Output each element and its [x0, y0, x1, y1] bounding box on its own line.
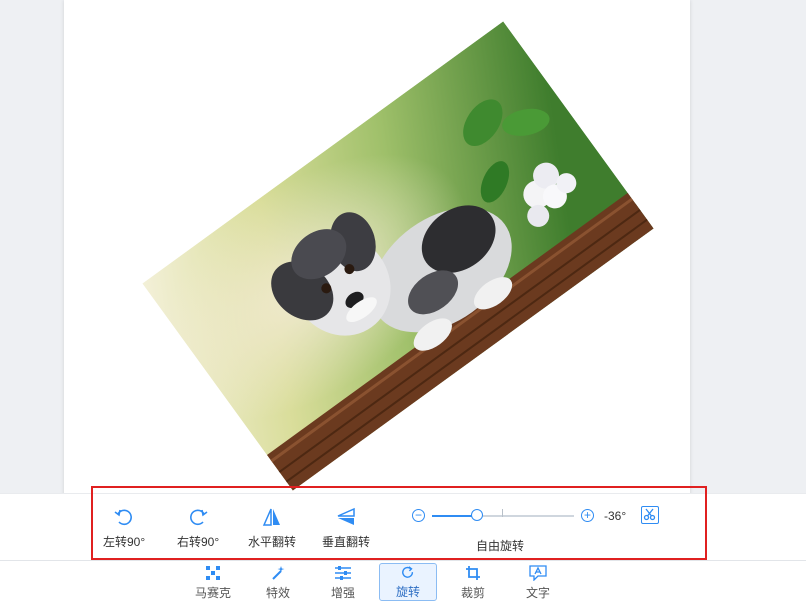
tool-mosaic[interactable]: 马赛克 [184, 563, 242, 601]
rotate-left-icon [114, 509, 133, 526]
flip-horizontal-icon [262, 508, 280, 526]
tool-enhance[interactable]: 增强 [314, 563, 372, 601]
decrease-angle-button[interactable]: − [412, 509, 425, 522]
free-rotate-label: 自由旋转 [476, 539, 525, 553]
tool-text[interactable]: 文字 [509, 563, 567, 601]
slider-center-tick [502, 509, 503, 517]
rotate-left-label: 左转90° [103, 535, 146, 549]
tool-effects[interactable]: 特效 [249, 563, 307, 601]
free-rotate-slider: − + -36° [410, 506, 660, 526]
tool-label: 裁剪 [460, 586, 485, 600]
text-icon [529, 565, 547, 581]
reset-rotation-button[interactable] [641, 506, 659, 524]
tool-crop[interactable]: 裁剪 [444, 563, 502, 601]
tool-label: 特效 [265, 586, 290, 600]
flip-vertical-icon [337, 507, 355, 525]
flip-vertical-button[interactable]: 垂直翻转 [322, 506, 370, 550]
magic-wand-icon [272, 566, 285, 580]
mosaic-icon [206, 566, 220, 580]
sliders-icon [335, 566, 351, 580]
flip-horizontal-label: 水平翻转 [248, 535, 297, 549]
flip-vertical-label: 垂直翻转 [322, 535, 371, 549]
crop-icon [466, 566, 480, 580]
tool-label: 文字 [525, 586, 550, 600]
tool-label: 马赛克 [194, 586, 231, 600]
flip-horizontal-button[interactable]: 水平翻转 [248, 506, 296, 550]
rotate-right-label: 右转90° [177, 535, 220, 549]
puppy-photo [142, 21, 654, 491]
increase-angle-button[interactable]: + [581, 509, 594, 522]
rotate-right-button[interactable]: 右转90° [177, 506, 219, 550]
rotate-left-button[interactable]: 左转90° [103, 506, 145, 550]
angle-readout: -36° [604, 509, 627, 523]
tool-rotate[interactable]: 旋转 [379, 563, 437, 601]
rotated-photo [142, 21, 654, 491]
image-canvas [64, 0, 690, 520]
tool-label: 旋转 [395, 585, 420, 599]
rotate-icon [402, 566, 414, 578]
tool-label: 增强 [330, 586, 355, 600]
scissors-icon [643, 508, 656, 521]
rotate-right-icon [190, 509, 208, 526]
slider-thumb[interactable] [471, 509, 484, 521]
